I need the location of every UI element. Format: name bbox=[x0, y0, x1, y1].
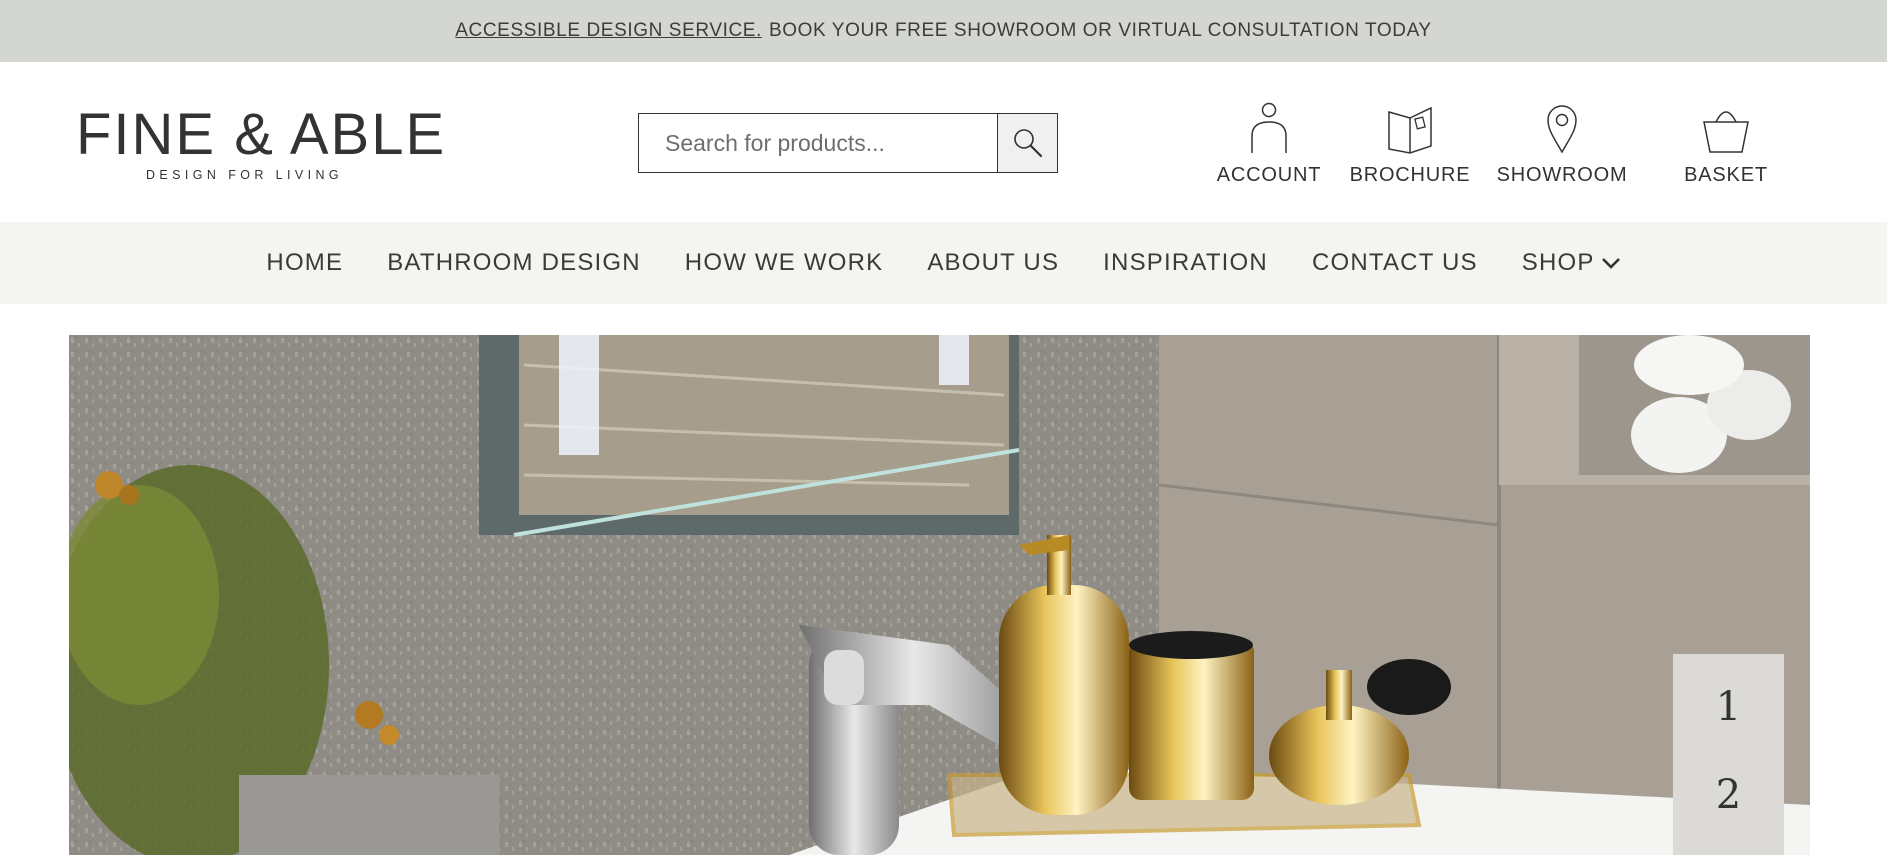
slide-1-button[interactable]: 1 bbox=[1673, 684, 1784, 730]
basket-label: BASKET bbox=[1684, 164, 1768, 186]
main-nav: HOME BATHROOM DESIGN HOW WE WORK ABOUT U… bbox=[0, 222, 1887, 304]
hero-image bbox=[69, 335, 1810, 855]
utility-links: ACCOUNT BROCHURE SHOWROOM BASKET bbox=[0, 98, 1887, 198]
basket-link[interactable]: BASKET bbox=[1684, 98, 1768, 187]
nav-label: BATHROOM DESIGN bbox=[387, 249, 641, 276]
nav-item-shop[interactable]: SHOP bbox=[1522, 249, 1621, 277]
nav-label: INSPIRATION bbox=[1103, 249, 1268, 276]
nav-item-bathroom-design[interactable]: BATHROOM DESIGN bbox=[387, 249, 641, 277]
chevron-down-icon bbox=[1601, 258, 1620, 269]
nav-label: HOW WE WORK bbox=[684, 249, 884, 276]
accessible-design-link[interactable]: ACCESSIBLE DESIGN SERVICE. bbox=[455, 20, 762, 42]
announcement-text: BOOK YOUR FREE SHOWROOM OR VIRTUAL CONSU… bbox=[768, 20, 1432, 41]
slider-pager: 1 2 bbox=[1673, 654, 1784, 855]
showroom-label: SHOWROOM bbox=[1496, 164, 1628, 186]
nav-item-inspiration[interactable]: INSPIRATION bbox=[1103, 249, 1268, 277]
bathroom-photo bbox=[69, 335, 1810, 855]
user-icon bbox=[1251, 102, 1287, 153]
book-icon bbox=[1388, 106, 1432, 154]
nav-label: ABOUT US bbox=[927, 249, 1060, 276]
site-header: FINE & ABLE DESIGN FOR LIVING ACCOUNT bbox=[0, 62, 1887, 222]
nav-label: HOME bbox=[266, 249, 344, 276]
nav-item-home[interactable]: HOME bbox=[266, 249, 343, 277]
nav-label: SHOP bbox=[1521, 249, 1595, 276]
nav-item-contact-us[interactable]: CONTACT US bbox=[1312, 249, 1478, 277]
showroom-link[interactable]: SHOWROOM bbox=[1497, 98, 1628, 187]
nav-label: CONTACT US bbox=[1311, 249, 1478, 276]
basket-icon bbox=[1703, 111, 1749, 153]
slide-2-button[interactable]: 2 bbox=[1673, 772, 1784, 818]
location-pin-icon bbox=[1547, 105, 1577, 154]
brochure-label: BROCHURE bbox=[1349, 164, 1471, 186]
account-label: ACCOUNT bbox=[1216, 164, 1322, 186]
brochure-link[interactable]: BROCHURE bbox=[1350, 98, 1471, 187]
nav-item-how-we-work[interactable]: HOW WE WORK bbox=[685, 249, 884, 277]
account-link[interactable]: ACCOUNT bbox=[1217, 98, 1322, 187]
announcement-bar: ACCESSIBLE DESIGN SERVICE. BOOK YOUR FRE… bbox=[0, 0, 1887, 62]
nav-item-about-us[interactable]: ABOUT US bbox=[927, 249, 1059, 277]
